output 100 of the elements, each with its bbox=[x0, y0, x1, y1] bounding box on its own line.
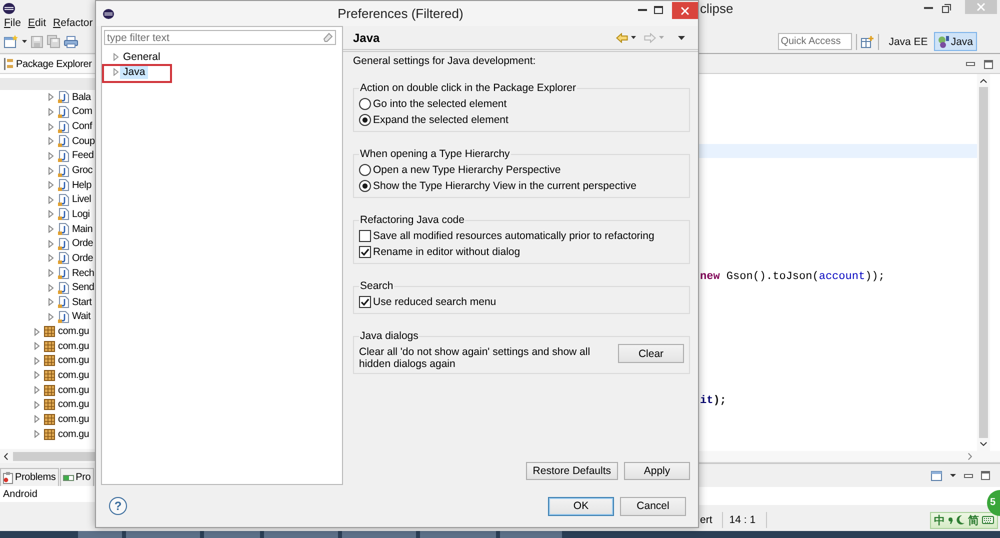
maximize-icon[interactable] bbox=[984, 60, 993, 68]
expand-arrow-icon[interactable] bbox=[48, 210, 54, 218]
expand-arrow-icon[interactable] bbox=[48, 166, 54, 175]
eraser-icon[interactable] bbox=[323, 32, 333, 42]
tree-item[interactable]: Livel bbox=[72, 194, 92, 206]
expand-arrow-icon[interactable] bbox=[48, 240, 54, 248]
tree-item[interactable]: Logi bbox=[72, 208, 90, 220]
tree-item[interactable]: Wait bbox=[72, 311, 90, 322]
tree-item[interactable]: com.gu bbox=[58, 326, 89, 338]
chevron-up-icon[interactable] bbox=[980, 79, 987, 83]
panel-icon[interactable] bbox=[931, 470, 942, 480]
tree-item[interactable]: com.gu bbox=[58, 428, 89, 440]
expand-arrow-icon[interactable] bbox=[34, 430, 40, 438]
expand-arrow-icon[interactable] bbox=[48, 284, 54, 292]
tree-item[interactable]: com.gu bbox=[58, 414, 89, 425]
tree-item[interactable]: Com bbox=[72, 106, 92, 118]
view-tab[interactable]: Pro bbox=[60, 468, 94, 486]
expand-arrow-icon[interactable] bbox=[113, 52, 119, 60]
perspective-button[interactable]: Java EE bbox=[884, 32, 932, 51]
expand-arrow-icon[interactable] bbox=[48, 312, 54, 321]
maximize-icon[interactable] bbox=[981, 471, 990, 480]
menu-item[interactable]: Edit bbox=[28, 16, 46, 30]
tree-item[interactable]: Conf bbox=[72, 121, 92, 132]
scrollbar-thumb[interactable] bbox=[13, 452, 95, 460]
expand-arrow-icon[interactable] bbox=[48, 181, 54, 190]
expand-arrow-icon[interactable] bbox=[48, 93, 54, 102]
maximize-icon[interactable] bbox=[654, 6, 663, 14]
checkbox[interactable] bbox=[359, 230, 371, 242]
menu-item[interactable]: Refactor bbox=[53, 16, 93, 30]
radio-button[interactable] bbox=[359, 98, 371, 110]
keyboard-icon[interactable] bbox=[982, 516, 994, 524]
expand-arrow-icon[interactable] bbox=[48, 225, 54, 234]
expand-arrow-icon[interactable] bbox=[34, 342, 40, 350]
expand-arrow-icon[interactable] bbox=[34, 328, 40, 336]
chevron-right-icon[interactable] bbox=[968, 453, 972, 460]
expand-arrow-icon[interactable] bbox=[48, 254, 54, 262]
expand-arrow-icon[interactable] bbox=[34, 371, 40, 380]
expand-arrow-icon[interactable] bbox=[48, 152, 54, 160]
expand-arrow-icon[interactable] bbox=[48, 196, 54, 204]
caret-icon[interactable] bbox=[678, 36, 685, 40]
tree-item[interactable]: com.gu bbox=[58, 399, 89, 410]
tree-item[interactable]: General bbox=[120, 50, 164, 64]
checkbox[interactable] bbox=[359, 296, 371, 308]
tree-item[interactable]: com.gu bbox=[58, 355, 89, 366]
perspective-button[interactable]: Java bbox=[934, 32, 977, 51]
ime-mode-label[interactable]: 中 bbox=[934, 512, 945, 528]
tree-item[interactable]: Rech bbox=[72, 268, 94, 278]
tree-item[interactable]: Bala bbox=[72, 92, 91, 103]
tree-item[interactable]: Send bbox=[72, 282, 94, 294]
expand-arrow-icon[interactable] bbox=[48, 108, 54, 116]
ime-toolbar[interactable]: 中 简 bbox=[930, 512, 998, 528]
moon-icon[interactable] bbox=[956, 515, 965, 525]
caret-icon[interactable] bbox=[950, 474, 956, 477]
radio-button[interactable] bbox=[359, 114, 371, 126]
chevron-down-icon[interactable] bbox=[980, 442, 987, 446]
dialog-button[interactable]: Apply bbox=[624, 462, 690, 480]
view-tab[interactable]: Package Explorer bbox=[0, 55, 95, 74]
caret-icon[interactable] bbox=[631, 36, 636, 39]
checkbox[interactable] bbox=[359, 246, 371, 258]
dialog-button[interactable]: Restore Defaults bbox=[526, 462, 618, 480]
tree-item[interactable]: com.gu bbox=[58, 340, 89, 352]
expand-arrow-icon[interactable] bbox=[34, 400, 40, 409]
tree-item[interactable]: Coup bbox=[72, 136, 95, 147]
ime-label[interactable]: 简 bbox=[968, 512, 979, 528]
dialog-button[interactable]: OK bbox=[548, 496, 614, 516]
quick-access-field[interactable]: Quick Access bbox=[778, 33, 852, 50]
scrollbar-thumb[interactable] bbox=[979, 87, 988, 438]
expand-arrow-icon[interactable] bbox=[34, 356, 40, 365]
tree-item[interactable]: Main bbox=[72, 224, 92, 235]
tree-item[interactable]: Start bbox=[72, 296, 92, 308]
tree-item[interactable]: com.gu bbox=[58, 370, 89, 381]
tree-item[interactable]: Groc bbox=[72, 165, 92, 176]
help-button[interactable]: ? bbox=[109, 497, 127, 515]
expand-arrow-icon[interactable] bbox=[113, 68, 119, 76]
tree-item[interactable]: Orde bbox=[72, 252, 94, 264]
minimize-icon[interactable] bbox=[966, 62, 975, 66]
clear-button[interactable]: Clear bbox=[618, 344, 684, 363]
chevron-left-icon[interactable] bbox=[4, 452, 8, 460]
comma-icon[interactable] bbox=[948, 516, 953, 524]
expand-arrow-icon[interactable] bbox=[48, 137, 54, 146]
printer-icon[interactable] bbox=[64, 36, 78, 48]
table-plus-icon[interactable] bbox=[860, 36, 874, 48]
expand-arrow-icon[interactable] bbox=[34, 415, 40, 424]
expand-arrow-icon[interactable] bbox=[48, 269, 54, 277]
tree-item[interactable]: Help bbox=[72, 180, 92, 191]
close-button[interactable] bbox=[672, 2, 698, 19]
dialog-button[interactable]: Cancel bbox=[620, 496, 686, 516]
tree-item[interactable]: com.gu bbox=[58, 384, 89, 396]
expand-arrow-icon[interactable] bbox=[48, 122, 54, 131]
radio-button[interactable] bbox=[359, 180, 371, 192]
expand-arrow-icon[interactable] bbox=[34, 386, 40, 394]
radio-button[interactable] bbox=[359, 164, 371, 176]
view-tab[interactable]: Problems bbox=[0, 468, 59, 486]
minimize-icon[interactable] bbox=[964, 474, 973, 478]
caret-icon[interactable] bbox=[22, 40, 27, 43]
tree-item[interactable]: Orde bbox=[72, 238, 94, 250]
filter-field[interactable]: type filter text bbox=[104, 30, 336, 45]
expand-arrow-icon[interactable] bbox=[48, 298, 54, 306]
tree-item[interactable]: Feed bbox=[72, 150, 94, 162]
restore-icon[interactable] bbox=[942, 4, 951, 12]
